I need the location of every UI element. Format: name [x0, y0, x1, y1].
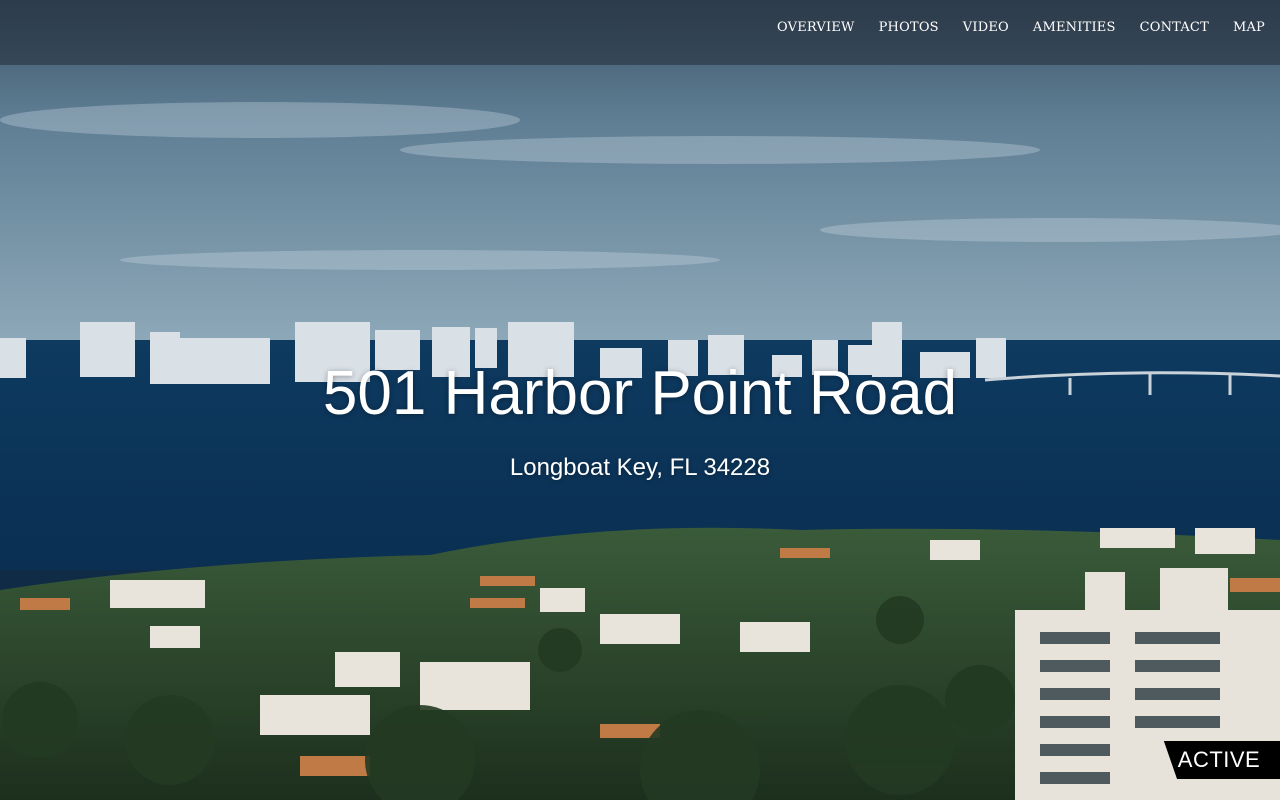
nav-photos-link[interactable]: PHOTOS: [879, 20, 939, 35]
nav-map-link[interactable]: MAP: [1233, 20, 1265, 35]
main-nav: OVERVIEW PHOTOS VIDEO AMENITIES CONTACT …: [777, 20, 1265, 35]
nav-contact-link[interactable]: CONTACT: [1140, 20, 1209, 35]
property-location-subtitle: Longboat Key, FL 34228: [509, 454, 771, 481]
nav-overview-link[interactable]: OVERVIEW: [777, 20, 855, 35]
nav-amenities-link[interactable]: AMENITIES: [1033, 20, 1116, 35]
nav-video-link[interactable]: VIDEO: [963, 20, 1009, 35]
property-address-title: 501 Harbor Point Road: [322, 359, 958, 428]
top-navigation-bar: OVERVIEW PHOTOS VIDEO AMENITIES CONTACT …: [0, 0, 1280, 65]
